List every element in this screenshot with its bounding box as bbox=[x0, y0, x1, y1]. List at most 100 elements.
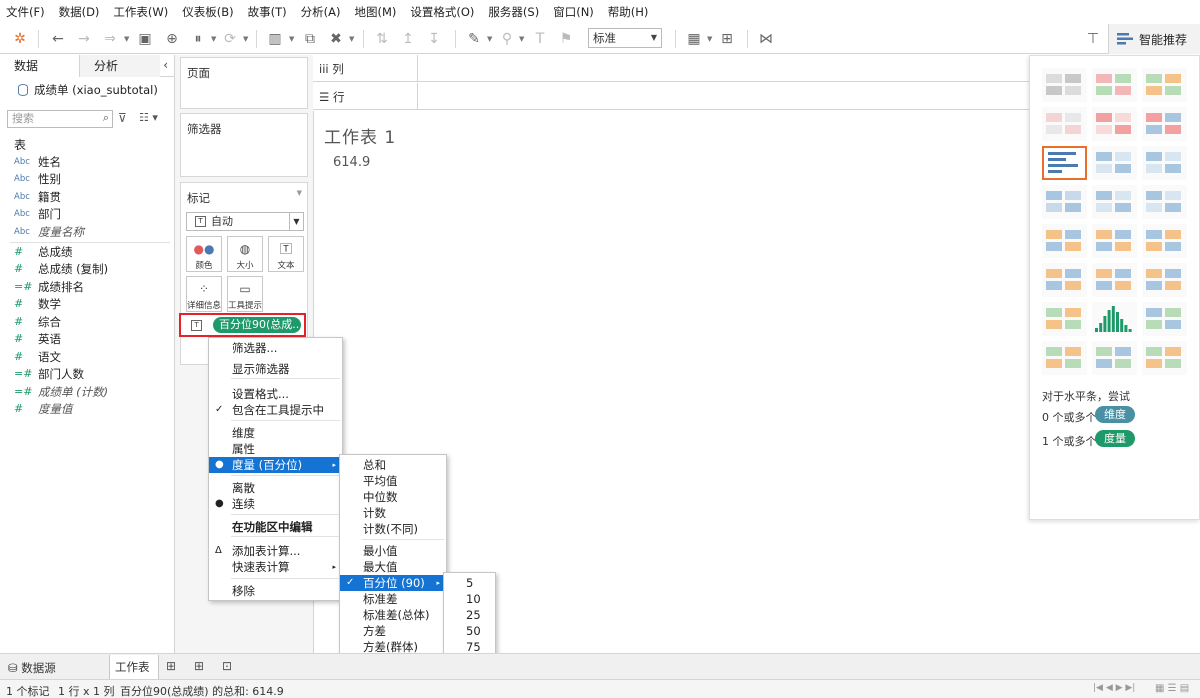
percentile-menu-item[interactable]: 25 bbox=[444, 607, 495, 623]
labels-icon[interactable]: T bbox=[530, 29, 550, 49]
field-item[interactable]: # 度量值 bbox=[14, 400, 73, 417]
chart-type-thumbnail[interactable] bbox=[1092, 224, 1137, 258]
text-mark-value[interactable]: 614.9 bbox=[333, 155, 370, 170]
context-menu-item[interactable]: 添加表计算... Δ bbox=[209, 543, 342, 559]
pin-icon[interactable]: ⊤ bbox=[1083, 29, 1103, 49]
share-icon[interactable]: ⋈ bbox=[756, 29, 776, 49]
chart-type-thumbnail[interactable] bbox=[1042, 107, 1087, 141]
chart-type-thumbnail[interactable] bbox=[1092, 107, 1137, 141]
detail-button[interactable]: ⁘ 详细信息 bbox=[186, 276, 222, 312]
chart-type-thumbnail[interactable] bbox=[1092, 302, 1137, 336]
new-datasource-icon[interactable]: ⊕ bbox=[162, 29, 182, 49]
chart-type-thumbnail[interactable] bbox=[1042, 185, 1087, 219]
tab-data[interactable]: 数据 bbox=[0, 55, 80, 77]
aggregation-menu-item[interactable]: 中位数 bbox=[340, 489, 446, 505]
duplicate-icon[interactable]: ⧉ bbox=[300, 29, 320, 49]
context-menu-item[interactable]: 包含在工具提示中 ✓ bbox=[209, 402, 342, 418]
percentile-menu-item[interactable]: 10 bbox=[444, 591, 495, 607]
chart-type-thumbnail[interactable] bbox=[1142, 146, 1187, 180]
aggregation-menu-item[interactable]: 方差 bbox=[340, 623, 446, 639]
text-button[interactable]: 🅃 文本 bbox=[268, 236, 304, 272]
sort-desc-icon[interactable]: ↧ bbox=[424, 29, 444, 49]
field-item[interactable]: Abc 籍贯 bbox=[14, 188, 61, 205]
show-cards-icon[interactable]: ▦ bbox=[684, 29, 704, 49]
chart-type-thumbnail[interactable] bbox=[1042, 146, 1087, 180]
aggregation-menu-item[interactable]: 标准差(总体) bbox=[340, 607, 446, 623]
field-item[interactable]: =# 部门人数 bbox=[14, 365, 84, 382]
marks-caret-icon[interactable]: ▼ bbox=[297, 189, 302, 197]
highlight-icon[interactable]: ✎ bbox=[464, 29, 484, 49]
field-item[interactable]: # 总成绩 bbox=[14, 243, 73, 260]
fix-axes-icon[interactable]: ⚑ bbox=[556, 29, 576, 49]
field-item[interactable]: =# 成绩单 (计数) bbox=[14, 383, 108, 400]
chart-type-thumbnail[interactable] bbox=[1092, 68, 1137, 102]
context-menu-item[interactable]: 属性 bbox=[209, 441, 342, 457]
aggregation-menu-item[interactable]: 标准差 bbox=[340, 591, 446, 607]
sheet-view-icon[interactable]: ▦ ☰ ▤ bbox=[1155, 683, 1189, 694]
replay-icon[interactable]: ⇒ bbox=[100, 29, 120, 49]
aggregation-menu-item[interactable]: 最小值 bbox=[340, 543, 446, 559]
refresh-icon[interactable]: ⟳ bbox=[220, 29, 240, 49]
redo-icon[interactable]: → bbox=[74, 29, 94, 49]
sheet-nav-icon[interactable]: |◀ ◀ ▶ ▶| bbox=[1093, 683, 1135, 693]
new-worksheet-icon[interactable]: ⊞ bbox=[166, 659, 176, 673]
menu-item[interactable]: 数据(D) bbox=[59, 4, 100, 20]
presentation-icon[interactable]: ⊞ bbox=[717, 29, 737, 49]
fit-select[interactable]: 标准 ▼ bbox=[588, 28, 662, 48]
mark-type-select[interactable]: T 自动 ▼ bbox=[186, 212, 304, 231]
datasource-tab[interactable]: ⛁ 数据源 bbox=[8, 660, 56, 676]
percentile-menu-item[interactable]: 5 bbox=[444, 575, 495, 591]
sort-asc-icon[interactable]: ↥ bbox=[398, 29, 418, 49]
chart-type-thumbnail[interactable] bbox=[1142, 302, 1187, 336]
menu-item[interactable]: 服务器(S) bbox=[488, 4, 539, 20]
tab-analysis[interactable]: 分析 bbox=[80, 55, 160, 77]
field-item[interactable]: # 总成绩 (复制) bbox=[14, 260, 108, 277]
field-item[interactable]: Abc 性别 bbox=[14, 170, 61, 187]
menu-item[interactable]: 仪表板(B) bbox=[182, 4, 233, 20]
filter-icon[interactable]: ⊽ bbox=[118, 111, 127, 125]
chart-type-thumbnail[interactable] bbox=[1142, 341, 1187, 375]
chart-type-thumbnail[interactable] bbox=[1142, 263, 1187, 297]
chart-type-thumbnail[interactable] bbox=[1042, 341, 1087, 375]
save-icon[interactable]: ▣ bbox=[135, 29, 155, 49]
aggregation-menu-item[interactable]: 百分位 (90) ✓ ▸ bbox=[340, 575, 446, 591]
chart-type-thumbnail[interactable] bbox=[1092, 341, 1137, 375]
context-menu-item[interactable]: 在功能区中编辑 bbox=[209, 519, 342, 535]
datasource-item[interactable]: 成绩单 (xiao_subtotal) bbox=[18, 82, 158, 98]
swap-icon[interactable]: ⇅ bbox=[372, 29, 392, 49]
replay-caret-icon[interactable]: ▼ bbox=[124, 29, 129, 49]
pages-card[interactable]: 页面 bbox=[180, 57, 308, 109]
aggregation-menu-item[interactable]: 计数 bbox=[340, 505, 446, 521]
chart-type-thumbnail[interactable] bbox=[1042, 263, 1087, 297]
field-item[interactable]: =# 成绩排名 bbox=[14, 278, 84, 295]
tooltip-button[interactable]: ▭ 工具提示 bbox=[227, 276, 263, 312]
context-menu-item[interactable]: 快速表计算 ▸ bbox=[209, 559, 342, 575]
color-button[interactable]: ●● 颜色 bbox=[186, 236, 222, 272]
chart-type-thumbnail[interactable] bbox=[1142, 224, 1187, 258]
field-item[interactable]: # 英语 bbox=[14, 330, 61, 347]
context-menu-item[interactable]: 移除 bbox=[209, 583, 342, 599]
menu-item[interactable]: 文件(F) bbox=[6, 4, 45, 20]
chart-type-thumbnail[interactable] bbox=[1042, 68, 1087, 102]
new-dashboard-icon[interactable]: ⊞ bbox=[194, 659, 204, 673]
chart-type-thumbnail[interactable] bbox=[1142, 185, 1187, 219]
pause-updates-icon[interactable]: ⏸ bbox=[188, 29, 208, 49]
menu-item[interactable]: 帮助(H) bbox=[608, 4, 649, 20]
field-item[interactable]: Abc 姓名 bbox=[14, 153, 61, 170]
chart-type-thumbnail[interactable] bbox=[1142, 68, 1187, 102]
tableau-logo-icon[interactable]: ✲ bbox=[10, 29, 30, 49]
context-menu-item[interactable]: 显示筛选器 bbox=[209, 361, 342, 377]
undo-icon[interactable]: ← bbox=[48, 29, 68, 49]
context-menu-item[interactable]: 筛选器... bbox=[209, 340, 342, 356]
chart-type-thumbnail[interactable] bbox=[1092, 146, 1137, 180]
percentile-menu-item[interactable]: 50 bbox=[444, 623, 495, 639]
chart-type-thumbnail[interactable] bbox=[1142, 107, 1187, 141]
context-menu-item[interactable]: 维度 bbox=[209, 425, 342, 441]
menu-item[interactable]: 工作表(W) bbox=[113, 4, 168, 20]
clear-sheet-icon[interactable]: ✖ bbox=[326, 29, 346, 49]
measure-pill[interactable]: 百分位90(总成.. bbox=[213, 317, 301, 333]
chart-type-thumbnail[interactable] bbox=[1042, 302, 1087, 336]
view-options-icon[interactable]: ☷ ▾ bbox=[139, 111, 158, 124]
sheet-tab[interactable]: 工作表 1 bbox=[109, 655, 159, 698]
context-menu-item[interactable]: 度量 (百分位) ● ▸ bbox=[209, 457, 342, 473]
